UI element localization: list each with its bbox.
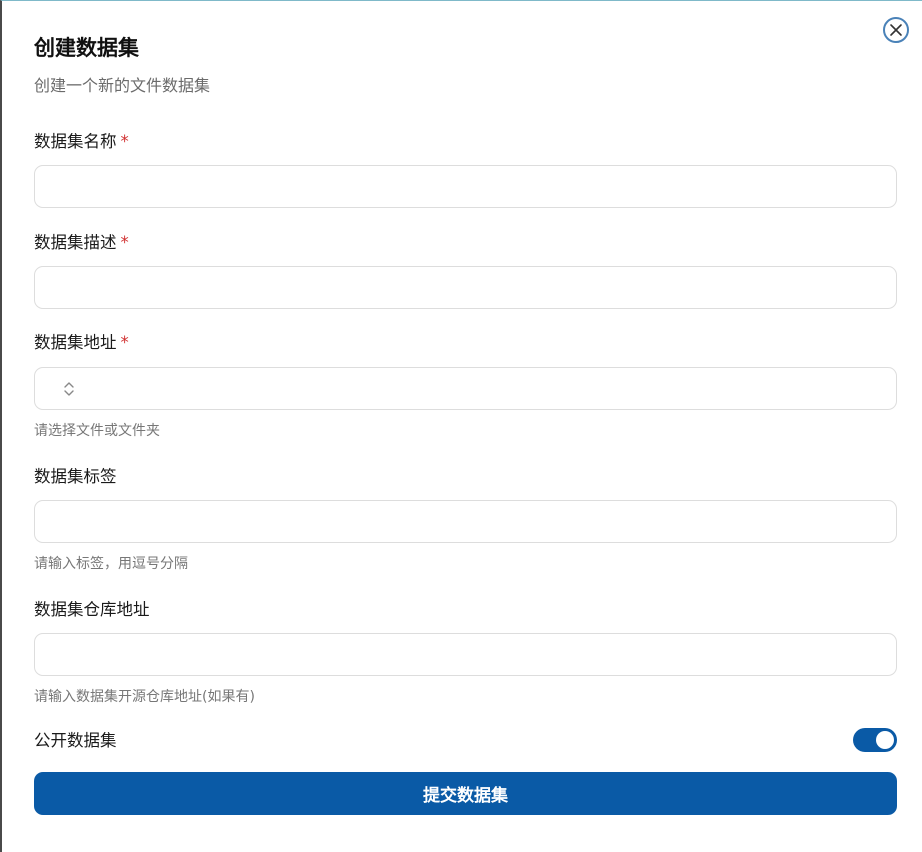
tags-label-text: 数据集标签 [34,467,117,486]
address-label: 数据集地址 * [34,332,129,354]
dataset-repo-input[interactable] [34,633,897,676]
create-dataset-dialog: 创建数据集 创建一个新的文件数据集 数据集名称 * 数据集描述 * 数据集地址 * 请… [0,0,922,852]
name-label-text: 数据集名称 [34,132,117,151]
description-label: 数据集描述 * [34,232,129,254]
required-mark: * [120,132,129,151]
close-icon [890,24,902,36]
repo-label-text: 数据集仓库地址 [34,600,150,619]
toggle-knob [876,731,894,749]
address-hint: 请选择文件或文件夹 [34,423,160,439]
dialog-title: 创建数据集 [34,36,139,60]
public-label: 公开数据集 [34,730,117,752]
required-mark: * [120,233,129,252]
close-button[interactable] [883,17,909,43]
dataset-name-input[interactable] [34,165,897,208]
public-label-text: 公开数据集 [34,731,117,750]
required-mark: * [120,333,129,352]
repo-label: 数据集仓库地址 [34,599,150,621]
submit-dataset-button[interactable]: 提交数据集 [34,772,897,815]
tags-hint: 请输入标签，用逗号分隔 [34,556,188,572]
name-label: 数据集名称 * [34,131,129,153]
public-toggle[interactable] [853,728,897,752]
address-label-text: 数据集地址 [34,333,117,352]
dataset-description-input[interactable] [34,266,897,309]
dataset-address-select[interactable] [34,367,897,410]
description-label-text: 数据集描述 [34,233,117,252]
repo-hint: 请输入数据集开源仓库地址(如果有) [34,689,255,705]
dataset-tags-input[interactable] [34,500,897,543]
chevron-up-down-icon [63,380,75,402]
tags-label: 数据集标签 [34,466,117,488]
dialog-subtitle: 创建一个新的文件数据集 [34,76,211,95]
